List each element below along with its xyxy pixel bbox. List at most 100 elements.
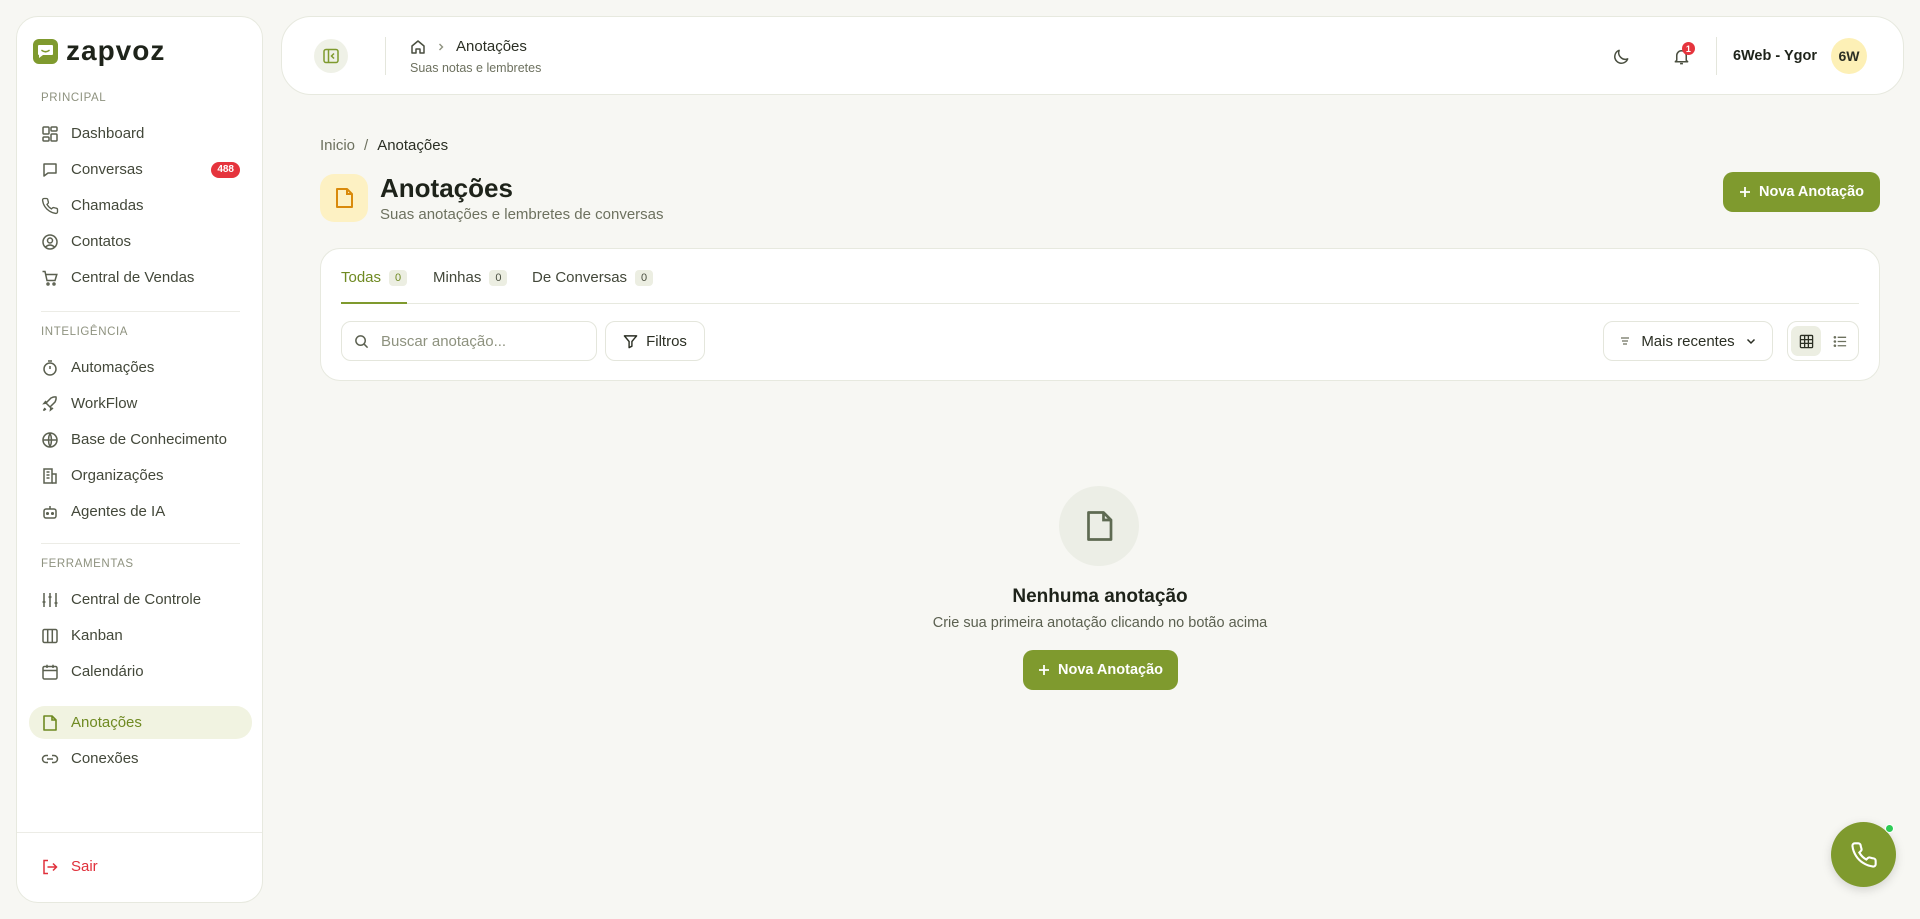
sidebar-item-calendario[interactable]: Calendário	[29, 655, 252, 688]
sidebar-divider	[17, 832, 262, 833]
bot-icon	[41, 503, 59, 521]
sidebar-item-conexoes[interactable]: Conexões	[29, 742, 252, 775]
sidebar-item-label: WorkFlow	[71, 395, 138, 412]
page-title: Anotações	[380, 173, 513, 203]
search-box	[341, 321, 597, 361]
sidebar-item-label: Contatos	[71, 233, 132, 250]
view-toggle	[1787, 321, 1859, 361]
chat-icon	[41, 161, 59, 179]
filter-card: Todas 0 Minhas 0 De Conversas 0 Filtros …	[320, 248, 1880, 381]
search-input[interactable]	[381, 332, 581, 350]
sliders-icon	[41, 591, 59, 609]
globe-icon	[41, 431, 59, 449]
calendar-icon	[41, 663, 59, 681]
logout-icon	[41, 858, 59, 876]
notification-count-badge: 1	[1681, 42, 1695, 55]
tab-de-conversas[interactable]: De Conversas 0	[532, 269, 654, 304]
grid-view-button[interactable]	[1791, 326, 1821, 356]
columns-icon	[41, 627, 59, 645]
tab-bar: Todas 0 Minhas 0 De Conversas 0	[341, 249, 1859, 304]
sidebar-item-anotacoes[interactable]: Anotações	[29, 706, 252, 739]
page-subtitle: Suas anotações e lembretes de conversas	[380, 206, 664, 223]
sidebar-item-label: Agentes de IA	[71, 503, 166, 520]
sort-select[interactable]: Mais recentes	[1603, 321, 1773, 361]
new-note-button[interactable]: Nova Anotação	[1723, 172, 1880, 212]
sort-lines-icon	[1619, 335, 1631, 347]
sidebar-item-central-controle[interactable]: Central de Controle	[29, 583, 252, 616]
unread-badge: 488	[211, 162, 240, 178]
sidebar-item-organizacoes[interactable]: Organizações	[29, 459, 252, 492]
empty-state-subtitle: Crie sua primeira anotação clicando no b…	[932, 615, 1268, 631]
empty-state-title: Nenhuma anotação	[1012, 586, 1188, 607]
topbar-actions: 1 6Web - Ygor 6W	[1604, 37, 1867, 75]
sidebar-item-label: Kanban	[71, 627, 123, 644]
chevron-right-icon	[436, 42, 446, 52]
panel-collapse-icon	[323, 48, 339, 64]
tab-label: Todas	[341, 269, 382, 286]
sidebar-divider	[41, 311, 240, 312]
sidebar-item-label: Central de Vendas	[71, 269, 195, 286]
topbar-subtitle: Suas notas e lembretes	[410, 61, 542, 75]
sidebar-item-label: Conexões	[71, 750, 139, 767]
sidebar-item-label: Base de Conhecimento	[71, 431, 227, 448]
logout-label: Sair	[71, 858, 98, 875]
tab-count: 0	[389, 270, 408, 286]
list-view-button[interactable]	[1825, 326, 1855, 356]
breadcrumb-separator: /	[364, 137, 369, 154]
page-note-icon	[320, 174, 368, 222]
sidebar: zapvoz PRINCIPAL Dashboard Conversas 488…	[16, 16, 263, 903]
sidebar-item-label: Calendário	[71, 663, 144, 680]
sidebar-item-chamadas[interactable]: Chamadas	[29, 189, 252, 222]
filters-button[interactable]: Filtros	[605, 321, 705, 361]
sidebar-item-automacoes[interactable]: Automações	[29, 351, 252, 384]
breadcrumb: Inicio / Anotações	[320, 137, 448, 154]
section-label-inteligencia: INTELIGÊNCIA	[41, 326, 129, 338]
tab-label: Minhas	[433, 269, 482, 286]
timer-icon	[41, 359, 59, 377]
sidebar-item-workflow[interactable]: WorkFlow	[29, 387, 252, 420]
logout-button[interactable]: Sair	[29, 850, 252, 883]
sidebar-item-label: Conversas	[71, 161, 143, 178]
sidebar-item-label: Dashboard	[71, 125, 145, 142]
phone-icon	[1850, 841, 1877, 868]
building-icon	[41, 467, 59, 485]
brand-name: zapvoz	[66, 35, 166, 66]
sidebar-item-base-conhecimento[interactable]: Base de Conhecimento	[29, 423, 252, 456]
grid-icon	[1799, 334, 1813, 348]
tab-minhas[interactable]: Minhas 0	[433, 269, 508, 304]
sidebar-item-label: Automações	[71, 359, 155, 376]
sidebar-item-contatos[interactable]: Contatos	[29, 225, 252, 258]
empty-new-note-label: Nova Anotação	[1057, 662, 1163, 678]
filters-label: Filtros	[646, 332, 687, 350]
home-icon[interactable]	[410, 39, 426, 55]
user-name[interactable]: 6Web - Ygor	[1733, 48, 1817, 64]
empty-new-note-button[interactable]: Nova Anotação	[1023, 650, 1178, 690]
chevron-down-icon	[1745, 335, 1757, 347]
tab-todas[interactable]: Todas 0	[341, 269, 408, 304]
sidebar-item-dashboard[interactable]: Dashboard	[29, 117, 252, 150]
sidebar-item-label: Anotações	[71, 714, 142, 731]
empty-note-icon	[1059, 486, 1139, 566]
brand-logo[interactable]: zapvoz	[33, 37, 165, 65]
sidebar-item-conversas[interactable]: Conversas 488	[29, 153, 252, 186]
user-circle-icon	[41, 233, 59, 251]
breadcrumb-home-link[interactable]: Inicio	[320, 137, 355, 154]
collapse-sidebar-button[interactable]	[314, 39, 348, 73]
sidebar-divider	[41, 543, 240, 544]
phone-icon	[41, 197, 59, 215]
filter-icon	[623, 334, 638, 349]
call-fab-button[interactable]	[1831, 822, 1896, 887]
topbar-breadcrumb: Anotações	[410, 38, 527, 55]
sidebar-item-central-vendas[interactable]: Central de Vendas	[29, 261, 252, 294]
cart-icon	[41, 269, 59, 287]
avatar[interactable]: 6W	[1831, 38, 1867, 74]
sidebar-item-label: Central de Controle	[71, 591, 202, 608]
sidebar-item-agentes-ia[interactable]: Agentes de IA	[29, 495, 252, 528]
theme-toggle-button[interactable]	[1604, 38, 1640, 74]
plus-icon	[1038, 664, 1050, 676]
sidebar-item-kanban[interactable]: Kanban	[29, 619, 252, 652]
notifications-button[interactable]: 1	[1664, 38, 1700, 74]
tab-label: De Conversas	[532, 269, 628, 286]
topbar-divider	[1715, 37, 1717, 75]
topbar-divider	[385, 37, 386, 75]
